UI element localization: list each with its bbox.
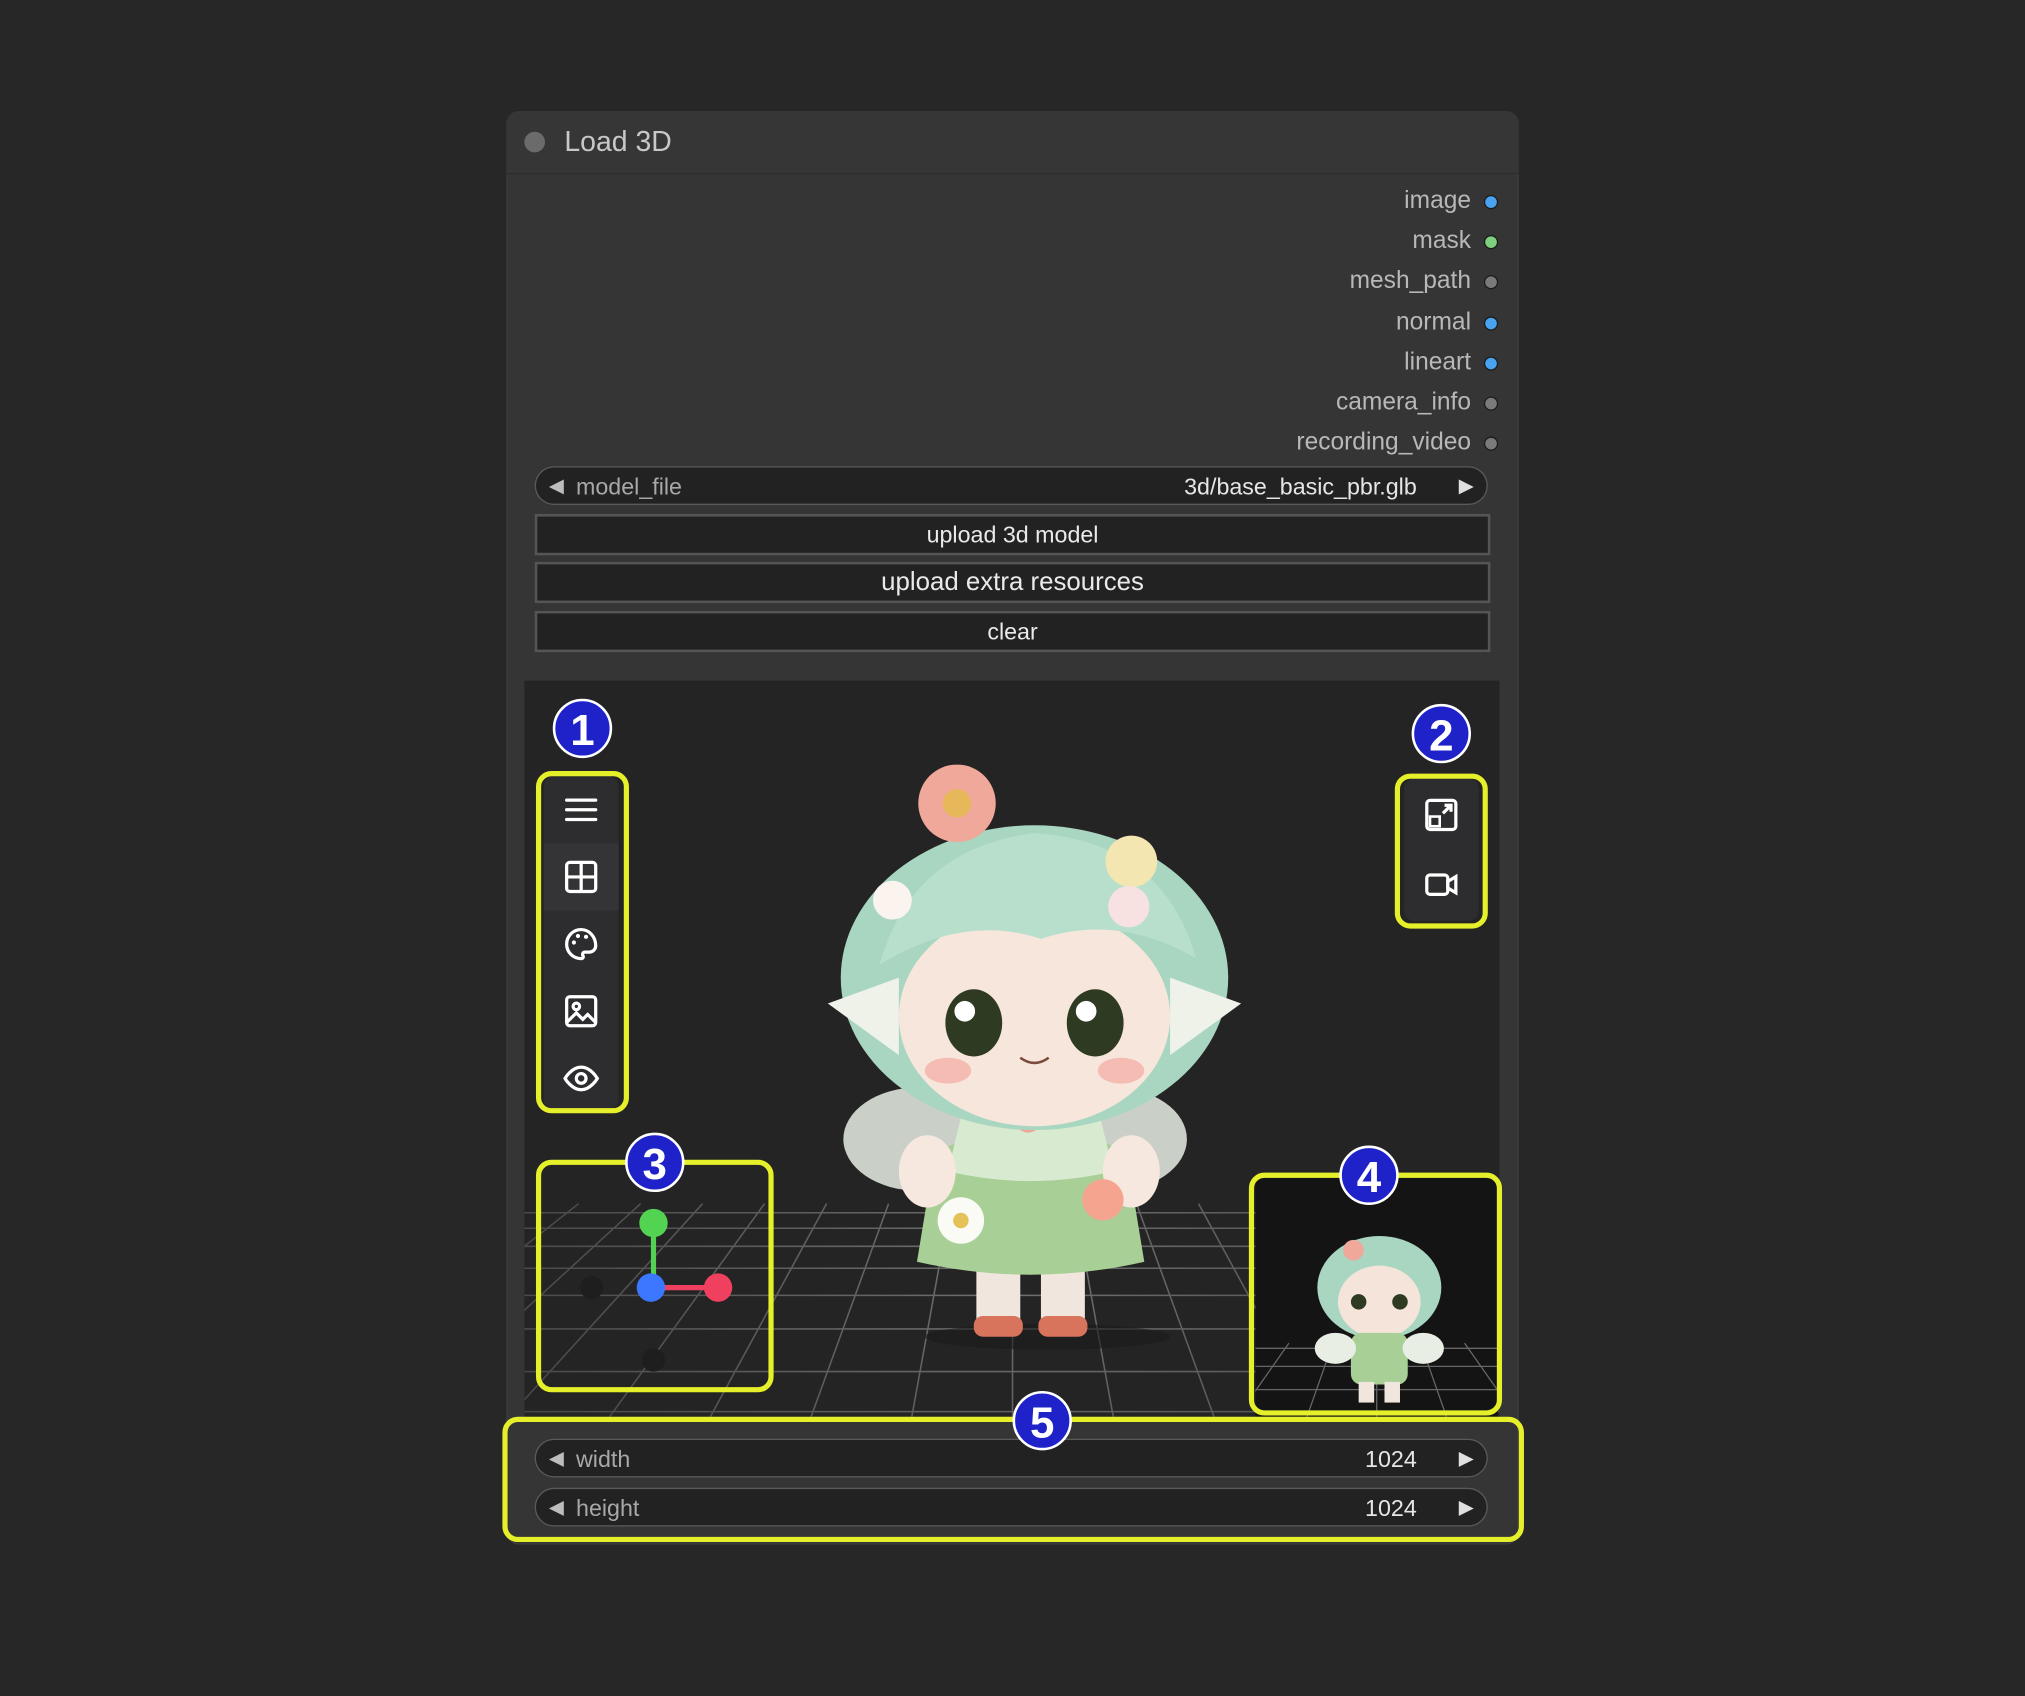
output-label: mask xyxy=(1412,227,1472,255)
annotation-badge: 4 xyxy=(1339,1145,1399,1205)
upload-extra-resources-button[interactable]: upload extra resources xyxy=(534,561,1491,604)
z-axis-handle xyxy=(636,1273,666,1302)
annotation-badge: 2 xyxy=(1411,703,1472,764)
output-label: camera_info xyxy=(1335,388,1472,416)
material-palette-button[interactable] xyxy=(544,911,619,978)
annotation-badge: 1 xyxy=(552,698,613,759)
decrement-arrow-icon[interactable]: ◀ xyxy=(549,1496,564,1519)
camera-preview xyxy=(1255,1177,1499,1417)
record-video-button[interactable] xyxy=(1404,851,1479,918)
output-slot-icon[interactable] xyxy=(1483,315,1499,330)
fullscreen-icon xyxy=(1425,798,1458,832)
height-number-widget[interactable]: ◀ height 1024 ▶ xyxy=(534,1487,1488,1527)
viewport-toolbar xyxy=(543,776,619,1112)
output-slot-icon[interactable] xyxy=(1483,395,1499,411)
node-title-bar[interactable]: Load 3D xyxy=(506,111,1519,175)
collapse-dot-icon[interactable] xyxy=(524,131,546,153)
height-label: height xyxy=(576,1495,640,1522)
preview-visibility-button[interactable] xyxy=(544,1045,619,1112)
increment-arrow-icon[interactable]: ▶ xyxy=(1459,474,1474,497)
menu-icon xyxy=(565,798,598,822)
height-value: 1024 xyxy=(1365,1495,1417,1522)
image-icon xyxy=(565,995,598,1028)
y-axis-handle xyxy=(639,1208,668,1238)
output-slot-icon[interactable] xyxy=(1483,234,1499,249)
output-normal[interactable]: normal xyxy=(1396,307,1499,338)
x-axis-handle xyxy=(703,1273,733,1302)
record-video-icon xyxy=(1425,873,1458,896)
output-label: image xyxy=(1404,187,1472,215)
eye-icon xyxy=(563,1065,600,1092)
node-title: Load 3D xyxy=(564,125,672,158)
palette-icon xyxy=(565,927,598,961)
output-camera-info[interactable]: camera_info xyxy=(1335,387,1499,418)
3d-viewport[interactable] xyxy=(524,680,1500,1417)
output-label: recording_video xyxy=(1296,428,1472,456)
axis-gizmo[interactable] xyxy=(540,1166,772,1386)
decrement-arrow-icon[interactable]: ◀ xyxy=(549,474,564,497)
model-file-label: model_file xyxy=(576,473,682,500)
output-recording-video[interactable]: recording_video xyxy=(1296,427,1499,458)
output-slot-icon[interactable] xyxy=(1483,435,1499,451)
output-label: normal xyxy=(1396,308,1472,336)
view-controls xyxy=(1403,778,1479,921)
annotation-badge: 5 xyxy=(1012,1390,1072,1451)
width-number-widget[interactable]: ◀ width 1024 ▶ xyxy=(534,1438,1488,1478)
increment-arrow-icon[interactable]: ▶ xyxy=(1459,1496,1474,1519)
output-lineart[interactable]: lineart xyxy=(1404,347,1499,378)
output-label: lineart xyxy=(1404,348,1472,376)
decrement-arrow-icon[interactable]: ◀ xyxy=(549,1446,564,1470)
clear-button[interactable]: clear xyxy=(534,610,1491,653)
scene-grid-button[interactable] xyxy=(543,843,619,911)
output-slot-icon[interactable] xyxy=(1483,194,1499,209)
grid-icon xyxy=(565,860,598,894)
model-file-value: 3d/base_basic_pbr.glb xyxy=(1184,473,1417,500)
output-slot-icon[interactable] xyxy=(1483,355,1499,371)
output-mesh-path[interactable]: mesh_path xyxy=(1350,266,1499,297)
upload-3d-model-button[interactable]: upload 3d model xyxy=(534,514,1491,556)
increment-arrow-icon[interactable]: ▶ xyxy=(1459,1446,1474,1470)
fullscreen-button[interactable] xyxy=(1404,781,1479,848)
output-image[interactable]: image xyxy=(1404,186,1499,217)
width-label: width xyxy=(576,1446,631,1473)
output-slot-icon[interactable] xyxy=(1483,274,1499,289)
model-file-combo[interactable]: ◀ model_file 3d/base_basic_pbr.glb ▶ xyxy=(534,466,1488,505)
menu-button[interactable] xyxy=(544,776,619,843)
output-label: mesh_path xyxy=(1349,267,1472,295)
annotation-badge: 3 xyxy=(625,1132,685,1193)
output-mask[interactable]: mask xyxy=(1412,226,1499,257)
width-value: 1024 xyxy=(1365,1446,1417,1473)
background-image-button[interactable] xyxy=(544,978,619,1045)
